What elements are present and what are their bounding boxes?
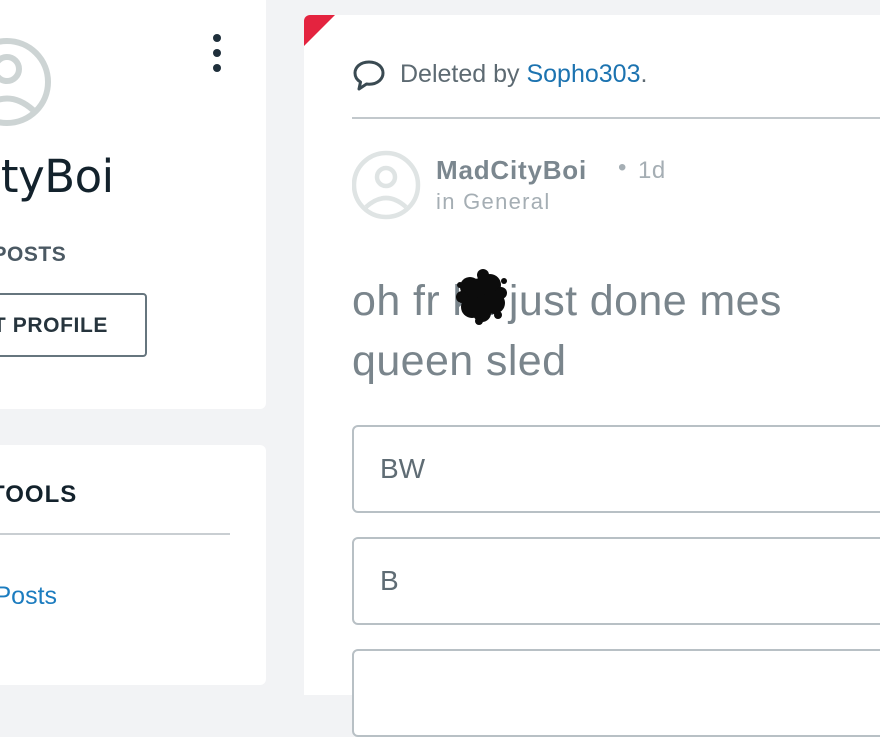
answer-option[interactable]: B xyxy=(352,537,880,625)
answer-option-label: BW xyxy=(380,453,426,484)
post-title-line-1: oh fr k i just done mes xyxy=(352,277,782,325)
post-category[interactable]: in General xyxy=(436,189,551,215)
post-card: Deleted by Sopho303. MadCityBoi • 1d in … xyxy=(304,15,880,737)
view-profile-label: T PROFILE xyxy=(0,314,108,337)
profile-post-count: 5 POSTS xyxy=(0,243,67,266)
profile-card: CityBoi 5 POSTS T PROFILE xyxy=(0,0,266,409)
profile-username: CityBoi xyxy=(0,150,114,203)
censor-blot-icon xyxy=(456,269,507,325)
deleted-notice-text: Deleted by Sopho303. xyxy=(400,60,647,89)
deleted-by-user-link[interactable]: Sopho303 xyxy=(526,60,640,88)
post-title: oh fr k i just done mes queen sled xyxy=(352,271,880,391)
answer-option[interactable]: BW xyxy=(352,425,880,513)
comment-bubble-icon xyxy=(353,60,385,91)
deleted-notice-period: . xyxy=(640,60,648,88)
user-avatar-icon[interactable] xyxy=(0,35,55,129)
answer-option-label: B xyxy=(380,565,399,596)
author-avatar-icon[interactable] xyxy=(352,149,424,221)
deleted-flag-marker xyxy=(304,15,335,46)
post-author-link[interactable]: MadCityBoi xyxy=(436,155,587,186)
deleted-posts-link[interactable]: l Posts xyxy=(0,582,57,611)
admin-tools-title: N TOOLS xyxy=(0,481,78,508)
admin-tools-card: N TOOLS l Posts xyxy=(0,445,266,685)
view-profile-button[interactable]: T PROFILE xyxy=(0,293,147,357)
post-timestamp: 1d xyxy=(638,157,666,184)
answer-option[interactable] xyxy=(352,649,880,737)
meta-separator: • xyxy=(618,154,627,181)
deleted-by-label: Deleted by xyxy=(400,60,527,88)
more-options-icon[interactable] xyxy=(212,34,222,74)
post-title-line-2: queen sled xyxy=(352,337,567,385)
tools-divider xyxy=(0,533,230,535)
post-divider xyxy=(352,117,880,119)
